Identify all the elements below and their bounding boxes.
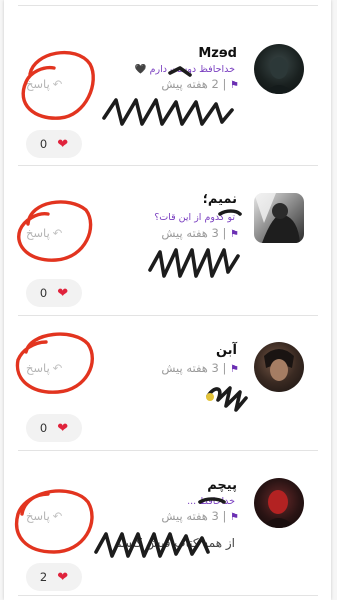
reply-button[interactable]: ↶پاسخ <box>26 509 62 523</box>
comment-item-3: آبن ⚑ | 3 هفته پیش ↶پاسخ 0 ❤ <box>4 316 331 466</box>
heart-icon: ❤ <box>57 285 69 301</box>
reply-arrow-icon: ↶ <box>52 509 63 523</box>
comment-item-4: پیچم خداحافظ ... ⚑ | 3 هفته پیش ↶پاسخ از… <box>4 451 331 600</box>
like-count: 2 <box>39 570 48 584</box>
reply-arrow-icon: ↶ <box>52 361 63 375</box>
comment-meta: ⚑ | 3 هفته پیش <box>161 361 239 375</box>
reply-label: پاسخ <box>26 226 50 240</box>
flag-icon[interactable]: ⚑ <box>230 80 239 91</box>
comment-item-2: نمیم؛ تو کدوم از این قات؟ ⚑ | 3 هفته پیش… <box>4 166 331 316</box>
reply-button[interactable]: ↶پاسخ <box>26 226 62 240</box>
avatar[interactable] <box>254 193 304 243</box>
heart-icon: ❤ <box>57 420 69 436</box>
avatar-image <box>262 490 296 528</box>
divider <box>18 595 318 596</box>
comment-meta: ⚑ | 3 هفته پیش <box>161 226 239 240</box>
comment-meta: ⚑ | 2 هفته پیش <box>161 77 239 91</box>
flag-icon[interactable]: ⚑ <box>230 512 239 523</box>
avatar-image <box>264 349 294 381</box>
comment-item-1: Mzɘd خداحافظ دوست دارم 🖤 ⚑ | 2 هفته پیش … <box>4 7 331 158</box>
avatar-image <box>264 57 294 94</box>
comment-username[interactable]: آبن <box>216 343 237 358</box>
comment-username[interactable]: نمیم؛ <box>203 192 237 207</box>
reply-label: پاسخ <box>26 361 50 375</box>
reply-label: پاسخ <box>26 509 50 523</box>
comments-panel: Mzɘd خداحافظ دوست دارم 🖤 ⚑ | 2 هفته پیش … <box>4 0 331 600</box>
like-button[interactable]: 0 ❤ <box>26 130 82 158</box>
comment-subtitle: تو کدوم از این قات؟ <box>154 212 235 223</box>
like-button[interactable]: 0 ❤ <box>26 414 82 442</box>
avatar[interactable] <box>254 478 304 528</box>
reply-button[interactable]: ↶پاسخ <box>26 361 62 375</box>
avatar[interactable] <box>254 342 304 392</box>
reply-button[interactable]: ↶پاسخ <box>26 77 62 91</box>
comment-subtitle: خداحافظ ... <box>187 496 235 507</box>
flag-icon[interactable]: ⚑ <box>230 364 239 375</box>
comment-username[interactable]: Mzɘd <box>198 46 237 61</box>
comment-time: 3 هفته پیش <box>161 361 219 375</box>
reply-label: پاسخ <box>26 77 50 91</box>
comment-username[interactable]: پیچم <box>207 478 237 493</box>
reply-arrow-icon: ↶ <box>52 226 63 240</box>
heart-icon: ❤ <box>57 569 69 585</box>
like-count: 0 <box>39 286 48 300</box>
comment-meta: ⚑ | 3 هفته پیش <box>161 509 239 523</box>
avatar-image <box>254 193 300 243</box>
like-count: 0 <box>39 421 48 435</box>
comment-subtitle: خداحافظ دوست دارم 🖤 <box>134 64 235 75</box>
comment-time: 3 هفته پیش <box>161 509 219 523</box>
flag-icon[interactable]: ⚑ <box>230 229 239 240</box>
comment-body: از همه کتاب فیش کنسم <box>113 536 235 550</box>
divider <box>18 5 318 6</box>
like-button[interactable]: 0 ❤ <box>26 279 82 307</box>
reply-arrow-icon: ↶ <box>52 77 63 91</box>
like-button[interactable]: 2 ❤ <box>26 563 82 591</box>
avatar[interactable] <box>254 44 304 94</box>
like-count: 0 <box>39 137 48 151</box>
heart-icon: ❤ <box>57 136 69 152</box>
comment-time: 3 هفته پیش <box>161 226 219 240</box>
comment-time: 2 هفته پیش <box>161 77 219 91</box>
